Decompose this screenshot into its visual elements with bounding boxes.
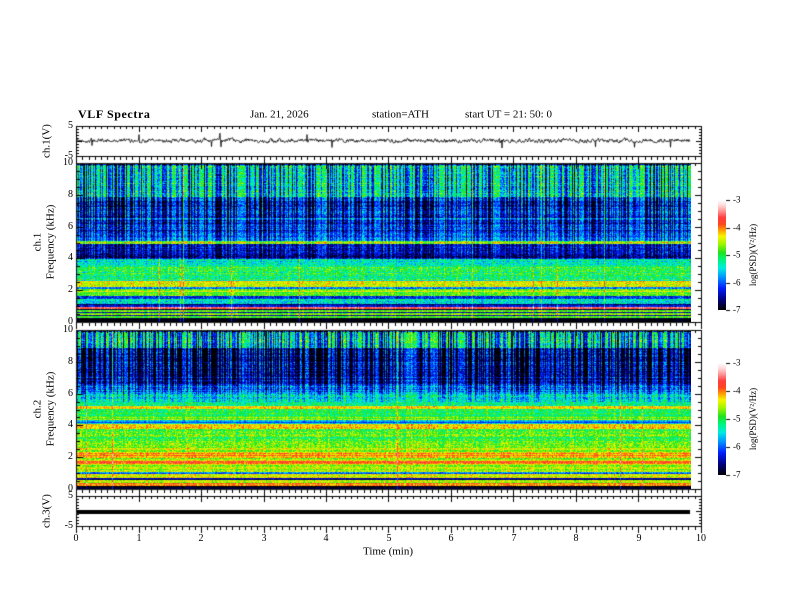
tick-label: 10 — [63, 324, 73, 335]
tick-label: 1 — [136, 533, 142, 544]
tick-label: -5 — [733, 249, 741, 260]
tick-label: 9 — [636, 533, 642, 544]
tick-label: 2 — [68, 284, 73, 295]
tick-label: 8 — [68, 189, 73, 200]
tick-label: -3 — [733, 357, 741, 368]
tick-label: 4 — [323, 533, 329, 544]
tick-label: 6 — [448, 533, 454, 544]
time-axis-label: Time (min) — [362, 545, 414, 558]
tick-label: 6 — [68, 388, 73, 399]
tick-label: 3 — [261, 533, 267, 544]
tick-label: 0 — [73, 533, 79, 544]
colorbar-ch2-title: log(PSD)(V²/Hz) — [748, 387, 758, 451]
colorbar-ch1-gradient — [718, 200, 726, 310]
colorbar-ch1-title: log(PSD)(V²/Hz) — [748, 223, 758, 287]
tick-label: -7 — [733, 469, 741, 480]
tick-label: 8 — [68, 356, 73, 367]
tick-label: 5 — [68, 120, 73, 131]
tick-label: -4 — [733, 385, 741, 396]
tick-label: -6 — [733, 277, 741, 288]
tick-label: -3 — [733, 194, 741, 205]
tick-label: 5 — [386, 533, 392, 544]
tick-label: -5 — [733, 413, 741, 424]
tick-label: 8 — [573, 533, 579, 544]
tick-label: 2 — [68, 451, 73, 462]
tick-label: -4 — [733, 222, 741, 233]
tick-label: -6 — [733, 441, 741, 452]
tick-label: 7 — [511, 533, 517, 544]
tick-label: 4 — [68, 252, 73, 263]
tick-label: -7 — [733, 304, 741, 315]
tick-label: 5 — [68, 490, 73, 501]
tick-label: 6 — [68, 221, 73, 232]
tick-label: 4 — [68, 419, 73, 430]
vlf-spectra-figure: VLF Spectra Jan. 21, 2026 station=ATH st… — [0, 0, 792, 612]
tick-label: 2 — [198, 533, 204, 544]
axes-overlay-canvas — [0, 0, 792, 612]
tick-label: -5 — [64, 520, 73, 531]
colorbar-ch2-gradient — [718, 363, 726, 475]
tick-label: -5 — [64, 150, 73, 161]
tick-label: 10 — [696, 533, 706, 544]
